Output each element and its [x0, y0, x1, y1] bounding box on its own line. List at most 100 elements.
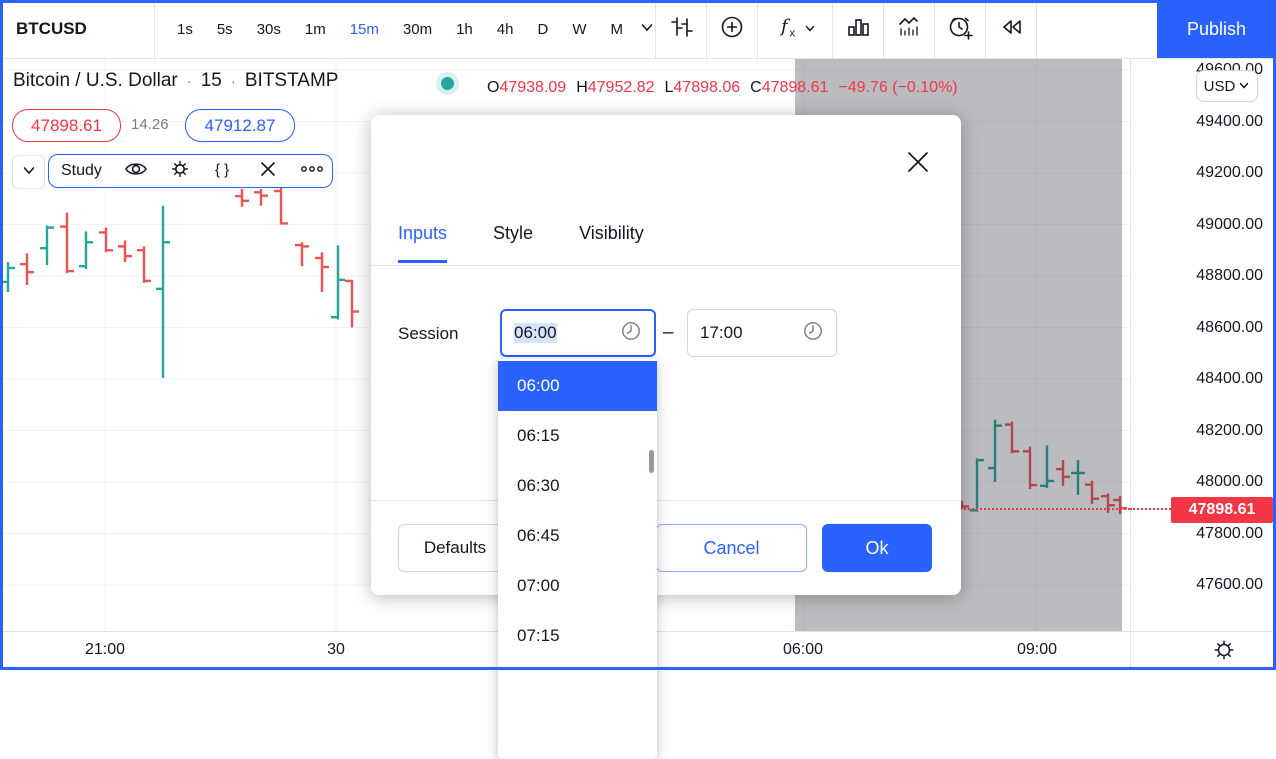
fundamentals-icon [895, 13, 923, 45]
tab-inputs[interactable]: Inputs [398, 223, 447, 263]
tab-visibility[interactable]: Visibility [579, 223, 644, 263]
tab-style[interactable]: Style [493, 223, 533, 263]
timeframe-1s[interactable]: 1s [177, 21, 193, 38]
more-icon [297, 156, 327, 186]
sun-gear-icon [1211, 637, 1237, 667]
compare-add-button[interactable] [706, 0, 757, 58]
timeframe-30m[interactable]: 30m [403, 21, 432, 38]
session-end-input[interactable]: 17:00 [687, 309, 837, 357]
footer-divider [371, 500, 961, 501]
alert-clock-button[interactable] [934, 0, 985, 58]
buy-price-button[interactable]: 47912.87 [185, 109, 295, 142]
timeframe-4h[interactable]: 4h [497, 21, 514, 38]
symbol-button[interactable]: BTCUSD [0, 0, 155, 58]
dropdown-option[interactable]: 06:15 [498, 411, 657, 461]
source-code-icon: { } [211, 156, 237, 186]
study-toolbar: Study { } [48, 154, 333, 188]
chevron-down-icon [639, 19, 655, 39]
time-axis-label: 09:00 [1007, 641, 1067, 659]
price-axis-label: 49200.00 [1196, 164, 1263, 182]
timeframe-W[interactable]: W [572, 21, 586, 38]
axis-separator [1130, 632, 1131, 671]
axis-settings-button[interactable] [1211, 639, 1237, 665]
ohlc-values: O47938.09H47952.82L47898.06C47898.61−49.… [487, 79, 958, 97]
price-axis-label: 48400.00 [1196, 370, 1263, 388]
dropdown-option[interactable]: 06:45 [498, 511, 657, 561]
study-eye-button[interactable] [114, 156, 158, 186]
publish-button[interactable]: Publish [1157, 0, 1276, 58]
tab-divider [371, 265, 961, 266]
dialog-close-button[interactable] [903, 149, 933, 179]
dropdown-list: 06:0006:1506:3006:4507:0007:15 [498, 361, 657, 661]
timeframe-D[interactable]: D [537, 21, 548, 38]
currency-toggle-button[interactable]: USD [1196, 70, 1258, 102]
dropdown-option[interactable]: 06:30 [498, 461, 657, 511]
price-axis-label: 48800.00 [1196, 267, 1263, 285]
timeframe-M[interactable]: M [610, 21, 623, 38]
timeframe-15m[interactable]: 15m [350, 21, 379, 38]
last-price-badge: 47898.61 [1171, 497, 1273, 523]
timeframe-1h[interactable]: 1h [456, 21, 473, 38]
svg-text:x: x [789, 28, 795, 40]
indicators-fx-icon: fx [774, 13, 802, 45]
dropdown-option[interactable]: 07:15 [498, 611, 657, 661]
price-axis-label: 48000.00 [1196, 473, 1263, 491]
dropdown-scrollbar[interactable] [649, 450, 654, 473]
study-gear-button[interactable] [158, 156, 202, 186]
price-axis[interactable] [1130, 57, 1276, 631]
alert-clock-icon [946, 13, 974, 45]
symbol-title: Bitcoin / U.S. Dollar [13, 70, 178, 92]
change-value: −49.76 (−0.10%) [838, 79, 957, 96]
legend-collapse-button[interactable] [12, 155, 45, 189]
clock-icon [620, 320, 642, 347]
study-settings-dialog: InputsStyleVisibility Session 06:00 – 17… [371, 115, 961, 595]
timeframe-5s[interactable]: 5s [217, 21, 233, 38]
compare-add-icon [718, 13, 746, 45]
clock-icon [802, 320, 824, 347]
svg-text:{ }: { } [215, 162, 229, 179]
spread-value: 14.26 [131, 116, 169, 133]
price-axis-label: 47600.00 [1196, 576, 1263, 594]
dialog-tabs: Inputs Style Visibility [398, 223, 644, 263]
ohlc-key: H [576, 79, 588, 96]
close-icon [903, 147, 933, 181]
ohlc-key: C [750, 79, 762, 96]
defaults-button[interactable]: Defaults [398, 524, 512, 572]
top-toolbar: BTCUSD 1s 5s 30s 1m 15m 30m 1h 4h D W M fx Publish [0, 0, 1276, 59]
session-start-input[interactable]: 06:00 [500, 309, 656, 357]
indicator-templates-button[interactable] [832, 0, 883, 58]
indicator-templates-icon [844, 13, 872, 45]
dropdown-option[interactable]: 07:00 [498, 561, 657, 611]
indicators-fx-button[interactable]: fx [757, 0, 832, 58]
ohlc-value: 47938.09 [499, 79, 566, 96]
study-icon-group: { } [114, 156, 334, 186]
study-title: Study [61, 162, 102, 180]
ok-button[interactable]: Ok [822, 524, 932, 572]
exchange-label: BITSTAMP [245, 70, 339, 92]
chevron-down-icon [21, 162, 37, 182]
ohlc-value: 47898.61 [762, 79, 829, 96]
study-source-code-button[interactable]: { } [202, 156, 246, 186]
cancel-button[interactable]: Cancel [656, 524, 807, 572]
dropdown-option[interactable]: 06:00 [498, 361, 657, 411]
last-price-line [1130, 508, 1171, 510]
fundamentals-button[interactable] [883, 0, 934, 58]
price-axis-label: 49400.00 [1196, 113, 1263, 131]
study-more-button[interactable] [290, 156, 334, 186]
price-axis-label: 48600.00 [1196, 319, 1263, 337]
price-axis-label: 49000.00 [1196, 216, 1263, 234]
replay-button[interactable] [985, 0, 1037, 58]
session-time-dropdown: 06:0006:1506:3006:4507:0007:15 [498, 359, 657, 759]
timeframe-30s[interactable]: 30s [257, 21, 281, 38]
timeframe-1m[interactable]: 1m [305, 21, 326, 38]
interval-label: 15 [201, 70, 222, 92]
sell-price-button[interactable]: 47898.61 [12, 109, 121, 142]
market-status-dot [441, 77, 454, 90]
time-axis-label: 06:00 [773, 641, 833, 659]
chevron-down-icon [804, 21, 816, 38]
ohlc-value: 47898.06 [673, 79, 740, 96]
timeframe-menu-button[interactable] [639, 0, 655, 58]
chart-type-bars-button[interactable] [655, 0, 706, 58]
study-close-button[interactable] [246, 156, 290, 186]
chart-legend[interactable]: Bitcoin / U.S. Dollar · 15 · BITSTAMP [13, 70, 338, 92]
